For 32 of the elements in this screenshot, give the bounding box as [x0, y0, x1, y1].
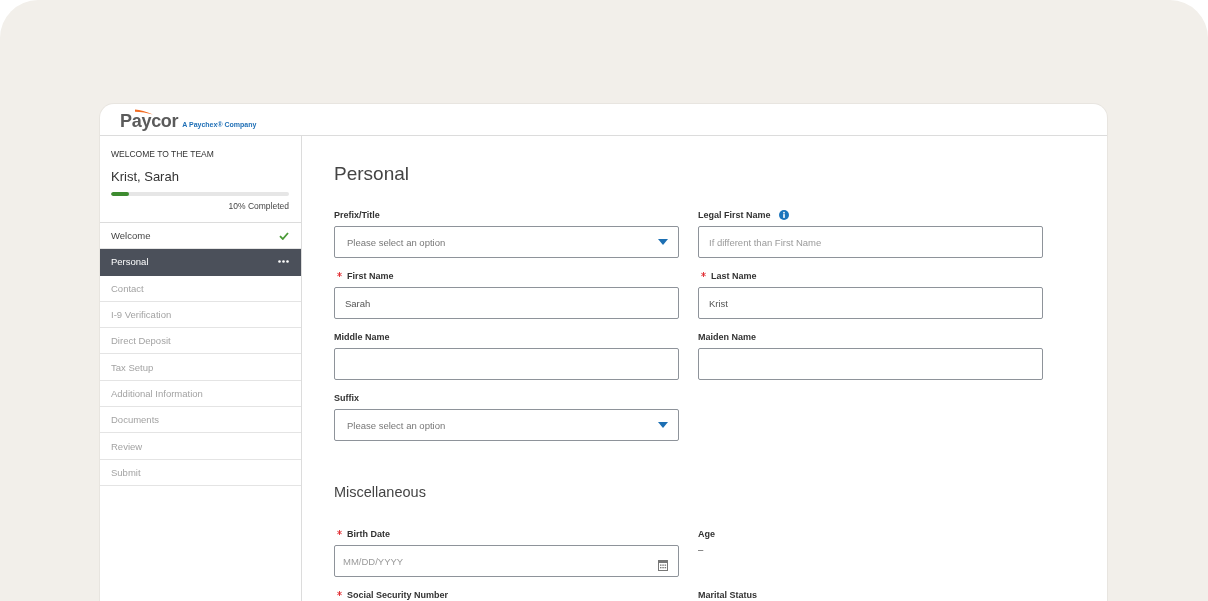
field-label: Suffix [334, 392, 359, 404]
progress-label: 10% Completed [227, 200, 289, 212]
field-label: Last Name [711, 270, 757, 282]
check-icon [279, 231, 289, 240]
field-label: Birth Date [347, 528, 390, 540]
more-icon[interactable] [278, 260, 289, 264]
field-label: Legal First Name [698, 209, 771, 221]
section-heading: Miscellaneous [334, 483, 427, 502]
field-label: First Name [347, 270, 394, 282]
employee-name: Krist, Sarah [111, 169, 180, 185]
text-field[interactable]: Sarah [334, 287, 679, 319]
caret-icon [658, 422, 668, 428]
field-label: Social Security Number [347, 589, 449, 601]
section-heading: Personal [334, 162, 410, 186]
text-field[interactable]: If different than First Name [698, 226, 1043, 258]
info-icon[interactable] [778, 210, 789, 220]
calendar-icon[interactable] [658, 560, 668, 571]
caret-icon [658, 239, 668, 245]
date-field[interactable]: MM/DD/YYYY [334, 545, 679, 577]
text-field[interactable] [334, 348, 679, 380]
field-label: Maiden Name [698, 331, 757, 343]
select-dropdown[interactable]: Please select an option [334, 409, 679, 441]
select-dropdown[interactable]: Please select an option [334, 226, 679, 258]
field-label: Prefix/Title [334, 209, 380, 221]
age-value: – [698, 544, 705, 556]
text-field[interactable] [698, 348, 1043, 380]
field-label: Marital Status [698, 589, 757, 601]
welcome-heading: WELCOME TO THE TEAM [111, 148, 215, 160]
text-field[interactable]: Krist [698, 287, 1043, 319]
step-nav-item[interactable]: Personal [100, 249, 301, 276]
field-label: Age [698, 528, 715, 540]
field-label: Middle Name [334, 331, 390, 343]
